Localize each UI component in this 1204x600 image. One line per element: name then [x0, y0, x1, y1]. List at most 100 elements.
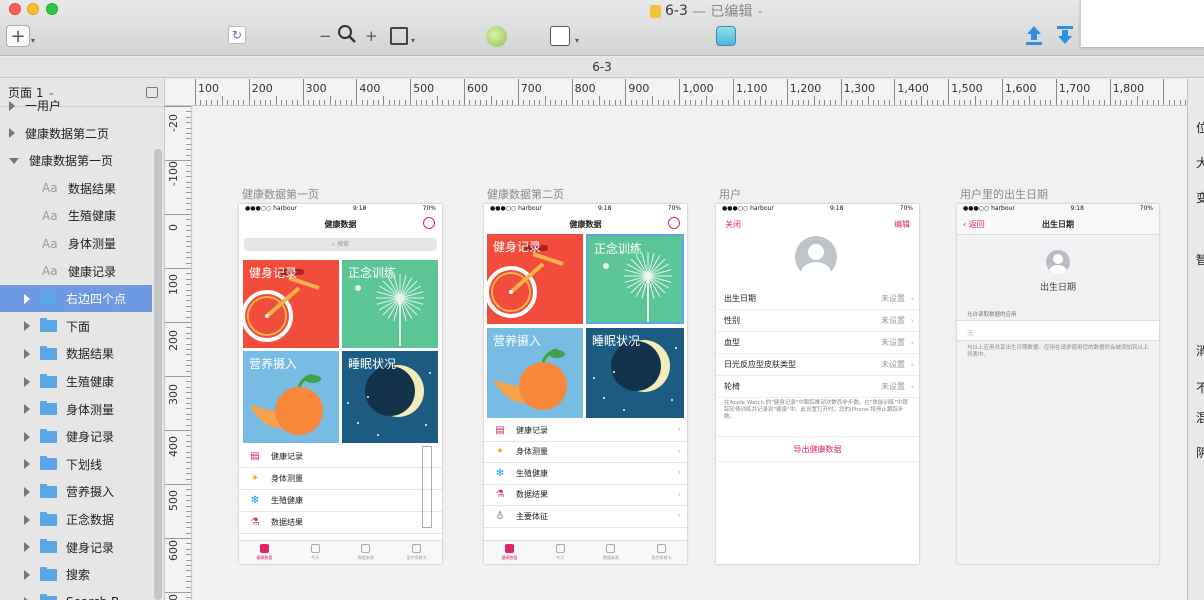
- layer-row[interactable]: 下面: [0, 313, 152, 340]
- layer-row[interactable]: Aa 健康记录: [0, 258, 152, 285]
- layer-row[interactable]: 营养摄入: [0, 478, 152, 505]
- profile-row[interactable]: 出生日期 未设置 ›: [716, 288, 919, 310]
- artboard-label[interactable]: 健康数据第二页: [487, 186, 564, 202]
- mindfulness-tile[interactable]: 正念训练: [342, 260, 438, 348]
- import-icon[interactable]: [1054, 24, 1076, 46]
- canvas[interactable]: 健康数据第一页 ●●●○○ harbour 9:18 70% 健康数据 ⌕ 搜索…: [193, 106, 1192, 600]
- layer-row[interactable]: 下划线: [0, 451, 152, 478]
- tab-sources[interactable]: 数据来源: [341, 541, 392, 564]
- layer-row[interactable]: 正念数据: [0, 506, 152, 533]
- minimize-window-button[interactable]: [27, 3, 39, 15]
- disclosure-triangle-icon[interactable]: [24, 431, 30, 442]
- layer-row[interactable]: Aa 生殖健康: [0, 202, 152, 229]
- nutrition-tile[interactable]: 营养摄入: [487, 328, 583, 418]
- chevron-down-icon[interactable]: ▾: [575, 36, 579, 45]
- artboard-label[interactable]: 用户: [719, 186, 741, 202]
- profile-row[interactable]: 日光反应型皮肤类型 未设置 ›: [716, 354, 919, 376]
- disclosure-triangle-icon[interactable]: [9, 157, 19, 164]
- insert-dropdown-icon[interactable]: ▾: [31, 36, 35, 45]
- layer-order-icon[interactable]: [550, 26, 570, 46]
- disclosure-triangle-icon[interactable]: [24, 321, 30, 332]
- tab-today[interactable]: 今天: [535, 541, 586, 564]
- list-row[interactable]: ⚗ 数据结果 ›: [484, 485, 687, 506]
- layer-row[interactable]: 身体测量: [0, 396, 152, 423]
- layer-row[interactable]: 生殖健康: [0, 368, 152, 395]
- tab-health-data[interactable]: 健康数据: [239, 541, 290, 564]
- tab-today[interactable]: 今天: [290, 541, 341, 564]
- mask-icon[interactable]: [486, 26, 507, 47]
- disclosure-triangle-icon[interactable]: [24, 348, 30, 359]
- close-window-button[interactable]: [9, 3, 21, 15]
- ruler-tick: [186, 435, 191, 437]
- layer-row[interactable]: 健康数据第二页: [0, 120, 152, 147]
- disclosure-triangle-icon[interactable]: [24, 404, 30, 415]
- list-row[interactable]: ✦ 身体测量: [239, 468, 442, 490]
- disclosure-triangle-icon[interactable]: [24, 486, 30, 497]
- disclosure-triangle-icon[interactable]: [24, 514, 30, 525]
- fitness-tile[interactable]: 健身记录: [487, 234, 583, 324]
- export-health-data-button[interactable]: 导出健康数据: [716, 436, 919, 462]
- layer-row[interactable]: 右边四个点: [0, 285, 152, 313]
- disclosure-triangle-icon[interactable]: [24, 376, 30, 387]
- artboard-user[interactable]: ●●●○○ harbour 9:18 70% 关闭 编辑 出生日期 未设置 › 性别未…: [716, 204, 919, 564]
- list-row[interactable]: ✻ 生殖健康 ›: [484, 463, 687, 485]
- layer-row[interactable]: 一用户: [0, 92, 152, 119]
- layer-row[interactable]: 健康数据第一页: [0, 147, 152, 174]
- disclosure-triangle-icon[interactable]: [24, 459, 30, 470]
- nutrition-tile[interactable]: 营养摄入: [243, 351, 339, 443]
- insert-button[interactable]: +: [6, 25, 30, 47]
- list-row[interactable]: ▤ 健康记录: [239, 446, 442, 468]
- search-field[interactable]: ⌕ 搜索: [244, 238, 437, 251]
- list-row[interactable]: ✻ 生殖健康: [239, 490, 442, 512]
- ruler-tick: [706, 96, 708, 105]
- sleep-tile[interactable]: 睡眠状况: [342, 351, 438, 443]
- chevron-down-icon[interactable]: ▾: [411, 36, 415, 45]
- layer-row[interactable]: Aa 身体测量: [0, 230, 152, 257]
- ruler-tick: [165, 538, 191, 539]
- profile-row[interactable]: 血型 未设置 ›: [716, 332, 919, 354]
- edited-status: — 已编辑: [691, 4, 753, 20]
- profile-row[interactable]: 轮椅 未设置 ›: [716, 376, 919, 398]
- disclosure-triangle-icon[interactable]: [24, 569, 30, 580]
- fitness-tile[interactable]: 健身记录: [243, 260, 339, 348]
- list-row[interactable]: ✦ 身体测量 ›: [484, 442, 687, 463]
- artboard-birthdate[interactable]: ●●●○○ harbour 9:18 70% ‹ 返回 出生日期 出生日期 允许…: [957, 204, 1159, 564]
- profile-icon[interactable]: [668, 217, 680, 229]
- edit-button[interactable]: 编辑: [894, 219, 910, 230]
- export-icon[interactable]: [1023, 24, 1045, 46]
- resize-artboard-icon[interactable]: [390, 27, 408, 45]
- disclosure-triangle-icon[interactable]: [9, 128, 15, 139]
- profile-row[interactable]: 性别 未设置 ›: [716, 310, 919, 332]
- close-button[interactable]: 关闭: [725, 219, 741, 230]
- layer-row[interactable]: 搜索: [0, 561, 152, 588]
- zoom-out-button[interactable]: −: [319, 27, 332, 45]
- layer-row[interactable]: 健身记录: [0, 534, 152, 561]
- layer-row[interactable]: 健身记录: [0, 423, 152, 450]
- disclosure-triangle-icon[interactable]: [9, 100, 15, 111]
- layer-row[interactable]: 数据结果: [0, 340, 152, 367]
- sleep-tile[interactable]: 睡眠状况: [586, 328, 684, 418]
- zoom-window-button[interactable]: [46, 3, 58, 15]
- sidebar-scrollbar[interactable]: [154, 149, 162, 600]
- zoom-in-button[interactable]: +: [365, 27, 378, 45]
- artboard-label[interactable]: 健康数据第一页: [242, 186, 319, 202]
- mindfulness-tile[interactable]: 正念训练: [586, 234, 684, 324]
- artboard-health-data-1[interactable]: ●●●○○ harbour 9:18 70% 健康数据 ⌕ 搜索 健身记录 正念训…: [239, 204, 442, 564]
- tab-medical-id[interactable]: 医疗急救卡: [636, 541, 687, 564]
- list-row[interactable]: ⚗ 数据结果: [239, 512, 442, 534]
- preview-icon[interactable]: [716, 26, 736, 46]
- profile-icon[interactable]: [423, 217, 435, 229]
- layer-row[interactable]: Aa 数据结果: [0, 175, 152, 202]
- list-row[interactable]: ▤ 健康记录 ›: [484, 420, 687, 442]
- disclosure-triangle-icon[interactable]: [24, 293, 30, 304]
- symbol-sync-icon[interactable]: ↻: [228, 26, 246, 44]
- artboard-label[interactable]: 用户里的出生日期: [960, 186, 1048, 202]
- disclosure-triangle-icon[interactable]: [24, 542, 30, 553]
- tab-sources[interactable]: 数据来源: [586, 541, 637, 564]
- layer-row[interactable]: Search B...: [0, 589, 152, 600]
- artboard-health-data-2[interactable]: ●●●○○ harbour 9:18 70% 健康数据 健身记录 正念训练 营养摄入…: [484, 204, 687, 564]
- tab-health-data[interactable]: 健康数据: [484, 541, 535, 564]
- tab-medical-id[interactable]: 医疗急救卡: [391, 541, 442, 564]
- magnifier-icon[interactable]: [336, 23, 358, 45]
- list-row[interactable]: ♁ 主要体征 ›: [484, 506, 687, 528]
